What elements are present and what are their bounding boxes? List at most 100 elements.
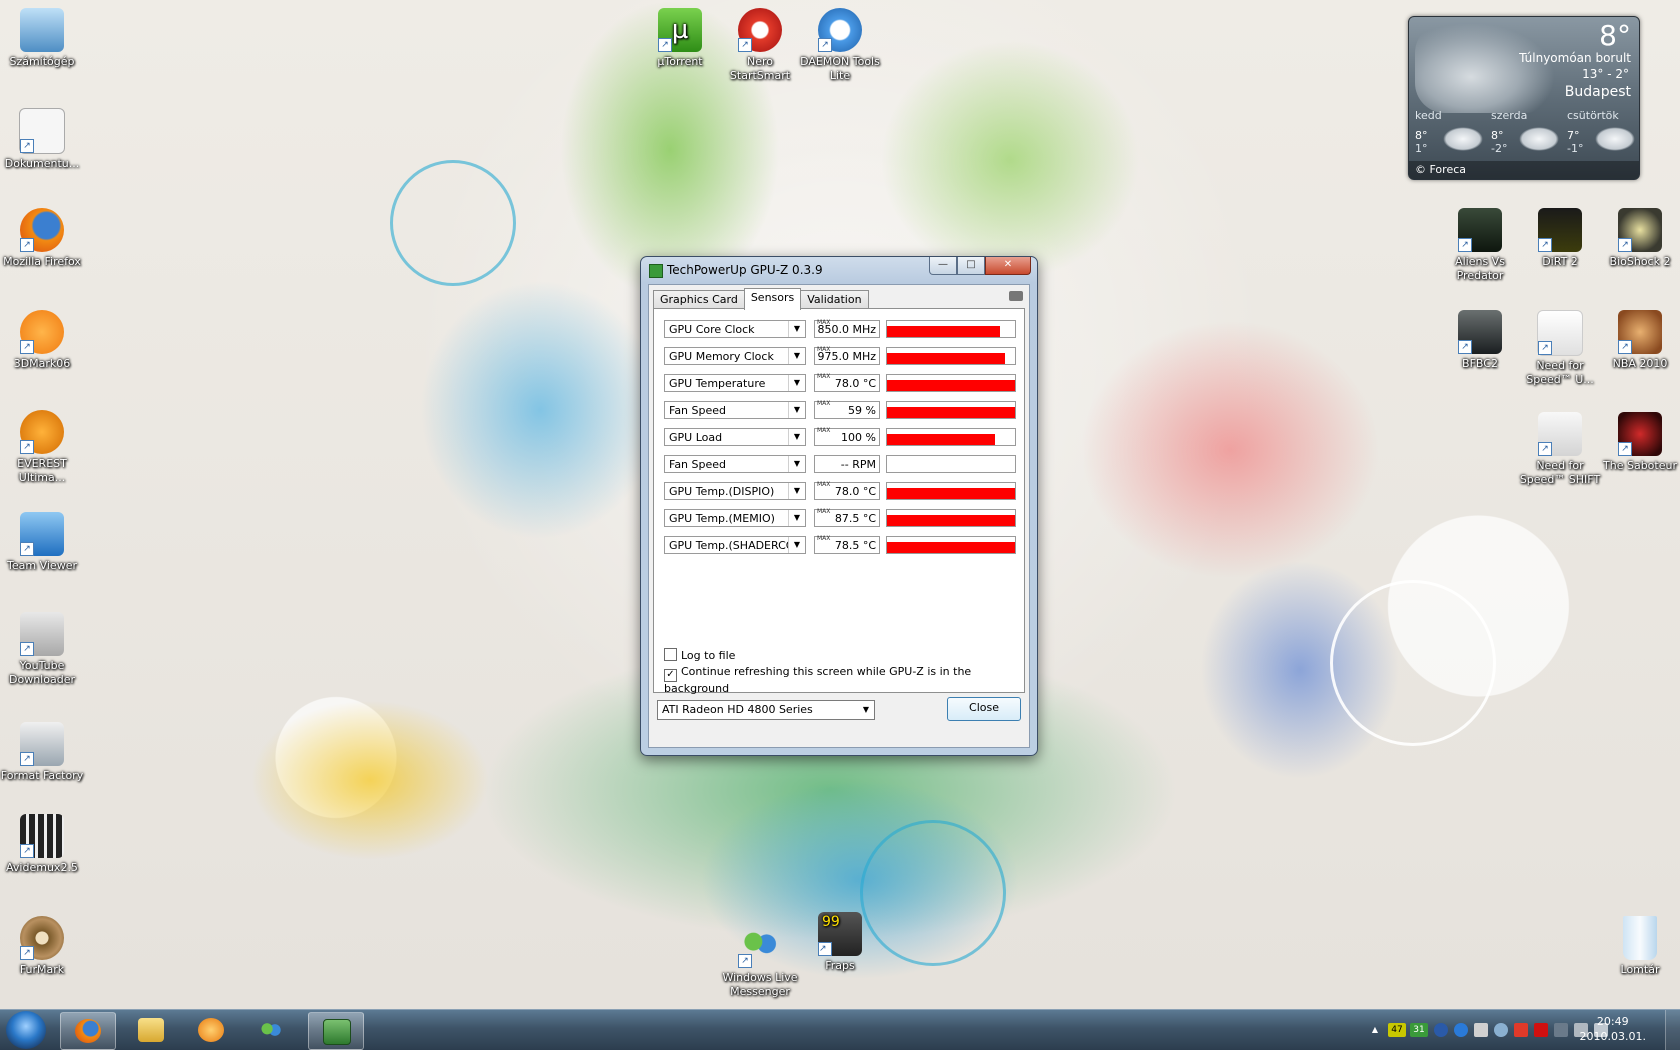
sensor-name-select[interactable]: Fan Speed ▼ — [664, 455, 806, 473]
desktop-icon-aliens-vs-predator[interactable]: ↗ Aliens Vs Predator — [1438, 208, 1522, 283]
desktop-icon-nfs-undercover[interactable]: ↗ Need for Speed™ U... — [1518, 310, 1602, 387]
sensor-graph — [886, 428, 1016, 446]
cloudy-sky-icon — [1415, 23, 1555, 113]
camera-icon[interactable] — [1009, 291, 1023, 301]
close-window-button[interactable]: ✕ — [985, 257, 1031, 275]
forecast-day: csütörtök 7° -1° — [1567, 109, 1637, 155]
shortcut-arrow-icon: ↗ — [20, 752, 34, 766]
sensor-name-select[interactable]: GPU Temp.(MEMIO) ▼ — [664, 509, 806, 527]
log-to-file-checkbox[interactable]: Log to file — [664, 648, 735, 662]
desktop-icon-label: µTorrent — [657, 55, 703, 68]
folder-icon — [138, 1018, 164, 1042]
maximize-button[interactable]: □ — [957, 257, 985, 275]
sensor-name-select[interactable]: GPU Load ▼ — [664, 428, 806, 446]
title-bar[interactable]: TechPowerUp GPU-Z 0.3.9 — □ ✕ — [641, 257, 1037, 283]
sensor-graph — [886, 320, 1016, 338]
sensor-graph — [886, 347, 1016, 365]
sensor-name-select[interactable]: GPU Memory Clock ▼ — [664, 347, 806, 365]
desktop-icon-furmark[interactable]: ↗ FurMark — [0, 916, 84, 977]
weather-credit[interactable]: © Foreca — [1409, 161, 1639, 179]
computer-icon — [20, 8, 64, 52]
desktop-icon-computer[interactable]: Számítógép — [0, 8, 84, 69]
tray-temp-badge[interactable]: 31 — [1410, 1023, 1428, 1037]
sensor-row: Fan Speed ▼ -- RPM — [664, 453, 1020, 475]
close-button[interactable]: Close — [947, 697, 1021, 721]
desktop-icon-documents[interactable]: ↗ Dokumentu... — [0, 108, 84, 171]
desktop-icon-firefox[interactable]: ↗ Mozilla Firefox — [0, 208, 84, 269]
sensor-name-select[interactable]: GPU Temp.(SHADERCORE) ▼ — [664, 536, 806, 554]
taskbar-gpuz[interactable] — [308, 1012, 364, 1050]
max-indicator: MAX — [817, 400, 831, 407]
tab-validation[interactable]: Validation — [800, 290, 869, 309]
tray-temp-badge[interactable]: 47 — [1388, 1023, 1406, 1037]
desktop-icon-utorrent[interactable]: µ ↗ µTorrent — [638, 8, 722, 69]
sensor-name-select[interactable]: GPU Temperature ▼ — [664, 374, 806, 392]
taskbar-messenger[interactable] — [244, 1012, 298, 1048]
desktop-icon-live-messenger[interactable]: ↗ Windows Live Messenger — [718, 924, 802, 999]
tab-sensors[interactable]: Sensors — [743, 288, 802, 310]
desktop-icon-label: Aliens Vs Predator — [1455, 255, 1505, 282]
desktop-icon-teamviewer[interactable]: ↗ Team Viewer — [0, 512, 84, 573]
shortcut-arrow-icon: ↗ — [1618, 340, 1632, 354]
desktop-icon-label: Need for Speed™ U... — [1526, 359, 1594, 386]
sensor-name: GPU Memory Clock — [669, 350, 774, 363]
desktop-icon-avidemux[interactable]: ↗ Avidemux2.5 — [0, 814, 84, 875]
sensor-row: GPU Temp.(SHADERCORE) ▼ MAX 78.5 °C — [664, 534, 1020, 556]
desktop-icon-nba2010[interactable]: ↗ NBA 2010 — [1598, 310, 1680, 371]
show-desktop-button[interactable] — [1665, 1010, 1680, 1050]
sensor-name-select[interactable]: GPU Core Clock ▼ — [664, 320, 806, 338]
daemon-tray-icon[interactable] — [1454, 1023, 1468, 1037]
desktop-icon-format-factory[interactable]: ↗ Format Factory — [0, 722, 84, 783]
desktop-icon-nero[interactable]: ↗ Nero StartSmart — [718, 8, 802, 83]
desktop-icon-fraps[interactable]: 99 ↗ Fraps — [798, 912, 882, 973]
wallpaper-shape — [1080, 320, 1380, 580]
desktop-icon-youtube-downloader[interactable]: ↗ YouTube Downloader — [0, 612, 84, 687]
sensor-graph — [886, 401, 1016, 419]
desktop-icon-label: Dokumentu... — [4, 157, 80, 170]
system-tray: ▲ 47 31 20:49 2010.03.01. — [1350, 1010, 1680, 1050]
continue-refresh-checkbox[interactable]: ✓ Continue refreshing this screen while G… — [664, 665, 1024, 695]
network-icon[interactable] — [1554, 1023, 1568, 1037]
weather-gadget[interactable]: 8° Túlnyomóan borult 13° - 2° Budapest k… — [1408, 16, 1640, 180]
desktop-icon-daemon-tools[interactable]: ↗ DAEMON Tools Lite — [798, 8, 882, 83]
weather-current-temp: 8° — [1599, 19, 1631, 52]
desktop-icon-the-saboteur[interactable]: ↗ The Saboteur — [1598, 412, 1680, 473]
minimize-button[interactable]: — — [929, 257, 957, 275]
taskbar-firefox[interactable] — [60, 1012, 116, 1050]
sensor-graph — [886, 482, 1016, 500]
tray-app-icon[interactable] — [1494, 1023, 1508, 1037]
cloud-icon — [1443, 127, 1483, 151]
desktop-icon-everest[interactable]: ↗ EVEREST Ultima... — [0, 410, 84, 485]
desktop-icon-recycle-bin[interactable]: Lomtár — [1598, 916, 1680, 977]
desktop-icon-bioshock2[interactable]: ↗ BioShock 2 — [1598, 208, 1680, 269]
sensor-graph — [886, 374, 1016, 392]
taskbar-explorer[interactable] — [124, 1012, 178, 1048]
saboteur-game-icon: ↗ — [1618, 412, 1662, 456]
bioshock2-game-icon: ↗ — [1618, 208, 1662, 252]
nfs-shift-game-icon: ↗ — [1538, 412, 1582, 456]
checkbox-box[interactable]: ✓ — [664, 669, 677, 682]
taskbar-media-player[interactable] — [184, 1012, 238, 1048]
tab-graphics-card[interactable]: Graphics Card — [653, 290, 745, 309]
sensor-name-select[interactable]: Fan Speed ▼ — [664, 401, 806, 419]
start-button-windows-icon[interactable] — [6, 1011, 46, 1049]
max-indicator: MAX — [817, 508, 831, 515]
ati-catalyst-icon[interactable] — [1534, 1023, 1548, 1037]
sensors-panel: GPU Core Clock ▼ MAX 850.0 MHz GPU Memory Cl… — [653, 308, 1025, 695]
desktop-icon-nfs-shift[interactable]: ↗ Need for Speed™ SHIFT — [1518, 412, 1602, 487]
forecast-high: 8° — [1491, 129, 1504, 142]
taskbar-clock[interactable]: 20:49 2010.03.01. — [1580, 1014, 1646, 1044]
tray-expand-icon[interactable]: ▲ — [1368, 1023, 1382, 1037]
tray-app-icon[interactable] — [1474, 1023, 1488, 1037]
desktop-icon-bfbc2[interactable]: ↗ BFBC2 — [1438, 310, 1522, 371]
gpu-select-dropdown[interactable]: ATI Radeon HD 4800 Series ▼ — [657, 700, 875, 720]
tray-speaker-alert-icon[interactable] — [1514, 1023, 1528, 1037]
desktop-icon-3dmark[interactable]: ↗ 3DMark06 — [0, 310, 84, 371]
bluetooth-icon[interactable] — [1434, 1023, 1448, 1037]
desktop-icon-label: Avidemux2.5 — [6, 861, 78, 874]
firefox-icon: ↗ — [20, 208, 64, 252]
shortcut-arrow-icon: ↗ — [1618, 238, 1632, 252]
desktop-icon-dirt2[interactable]: ↗ DiRT 2 — [1518, 208, 1602, 269]
checkbox-box[interactable] — [664, 648, 677, 661]
sensor-name-select[interactable]: GPU Temp.(DISPIO) ▼ — [664, 482, 806, 500]
